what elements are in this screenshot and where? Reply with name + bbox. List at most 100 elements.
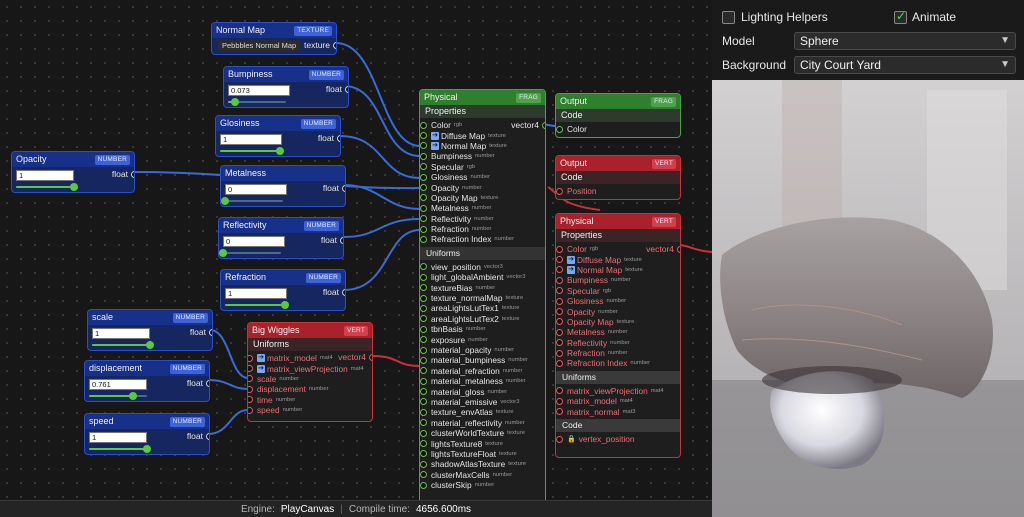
input-pin[interactable] [420,142,427,150]
input-row[interactable]: scale number [248,374,368,384]
speed-input[interactable]: 1 [89,432,147,443]
node-graph-canvas[interactable]: Normal Map TEXTURE Pebbbles Normal Map te… [0,0,712,500]
output-pin[interactable] [345,85,348,93]
scale-slider[interactable] [92,341,154,349]
input-pin[interactable] [556,308,563,316]
input-row[interactable]: Glosiness number [556,296,676,306]
input-pin[interactable] [420,315,427,323]
input-row[interactable]: Opacity Map texture [420,193,541,203]
input-pin[interactable] [248,396,253,404]
input-pin[interactable] [420,163,427,171]
input-pin[interactable] [420,325,427,333]
input-row[interactable]: material_opacity number [420,345,541,355]
glosiness-input[interactable]: 1 [220,134,282,145]
input-pin[interactable] [420,471,427,479]
texture-select[interactable]: Pebbbles Normal Map [218,40,301,51]
scale-input[interactable]: 1 [92,328,150,339]
input-pin[interactable] [420,121,427,129]
node-displacement[interactable]: displacement NUMBER float 0.761 [84,360,210,402]
input-row[interactable]: material_metalness number [420,376,541,386]
output-pin[interactable] [342,184,345,192]
input-pin[interactable] [420,481,427,489]
input-pin[interactable] [420,346,427,354]
input-pin[interactable] [248,354,253,362]
glosiness-slider[interactable] [220,147,284,155]
node-reflectivity[interactable]: Reflectivity NUMBER float 0 [218,217,344,259]
output-pin[interactable] [340,236,343,244]
node-physical-vert[interactable]: Physical VERT Properties vector4 Color rgb… [555,213,681,458]
input-pin[interactable] [556,359,563,367]
input-pin[interactable] [420,235,427,243]
input-pin[interactable] [420,450,427,458]
node-header[interactable]: Big Wiggles VERT [248,323,372,338]
node-header[interactable]: Output FRAG [556,94,680,109]
input-row[interactable]: ➔ matrix_viewProjection mat4 [248,363,368,374]
input-pin[interactable] [556,328,563,336]
input-row[interactable]: Reflectivity number [556,338,676,348]
input-pin[interactable] [556,266,563,274]
input-row[interactable]: shadowAtlasTexture texture [420,459,541,469]
input-pin[interactable] [420,356,427,364]
input-pin[interactable] [556,339,563,347]
input-row[interactable]: Bumpiness number [556,275,676,285]
input-row[interactable]: Refraction Index number [556,358,676,368]
bumpiness-slider[interactable] [228,98,286,106]
input-pin[interactable] [420,408,427,416]
input-pin[interactable] [420,429,427,437]
node-physical-frag[interactable]: Physical FRAG Properties vector4 Color rgb… [419,89,546,500]
input-pin[interactable] [420,388,427,396]
node-metalness[interactable]: Metalness float 0 [220,165,346,207]
input-row[interactable]: ➔ Normal Map texture [420,141,541,151]
input-row[interactable]: matrix_viewProjection mat4 [556,386,676,396]
node-normal-map[interactable]: Normal Map TEXTURE Pebbbles Normal Map te… [211,22,337,55]
input-pin[interactable] [420,173,427,181]
input-row[interactable]: material_gloss number [420,386,541,397]
output-pin[interactable] [209,328,212,336]
input-pin[interactable] [420,225,427,233]
node-refraction[interactable]: Refraction NUMBER float 1 [220,269,346,311]
input-row[interactable]: Opacity Map texture [556,317,676,327]
input-pin[interactable] [556,287,563,295]
input-row[interactable]: material_reflectivity number [420,418,541,428]
input-row[interactable]: texture_normalMap texture [420,293,541,303]
node-opacity[interactable]: Opacity NUMBER float 1 [11,151,135,193]
node-header[interactable]: Opacity NUMBER [12,152,134,167]
node-glosiness[interactable]: Glosiness NUMBER float 1 [215,115,341,157]
input-pin[interactable] [556,256,563,264]
animate-checkbox[interactable] [894,9,907,24]
input-row[interactable]: displacement number [248,384,368,394]
metalness-input[interactable]: 0 [225,184,287,195]
output-pin[interactable] [369,353,372,361]
render-viewport[interactable] [712,80,1024,517]
input-pin[interactable] [248,385,253,393]
node-speed[interactable]: speed NUMBER float 1 [84,413,210,455]
node-header[interactable]: Output VERT [556,156,680,171]
input-pin[interactable] [420,419,427,427]
input-pin[interactable] [556,387,563,395]
reflectivity-input[interactable]: 0 [223,236,285,247]
node-header[interactable]: scale NUMBER [88,310,212,325]
input-row[interactable]: exposure number [420,334,541,345]
output-pin[interactable] [333,41,336,49]
input-pin[interactable] [556,318,563,326]
input-row[interactable]: material_emissive vector3 [420,397,541,407]
input-pin[interactable] [420,294,427,302]
input-row[interactable]: time number [248,395,368,405]
node-header[interactable]: Physical VERT [556,214,680,229]
node-header[interactable]: Normal Map TEXTURE [212,23,336,38]
input-row[interactable]: Specular rgb [420,162,541,172]
input-pin[interactable] [556,276,563,284]
input-row[interactable]: Metalness number [420,203,541,213]
input-row[interactable]: ➔ Diffuse Map texture [556,254,676,265]
input-pin[interactable] [420,152,427,160]
node-bumpiness[interactable]: Bumpiness NUMBER float 0.073 [223,66,349,108]
input-row[interactable]: Metalness number [556,327,676,337]
input-pin[interactable] [556,408,563,416]
input-row[interactable]: clusterMaxCells number [420,470,541,480]
input-row[interactable]: Reflectivity number [420,214,541,224]
output-pin[interactable] [206,432,209,440]
input-row[interactable]: texture_envAtlas texture [420,407,541,417]
node-header[interactable]: Glosiness NUMBER [216,116,340,131]
input-row[interactable]: Glosiness number [420,172,541,182]
input-pin[interactable] [556,187,563,195]
